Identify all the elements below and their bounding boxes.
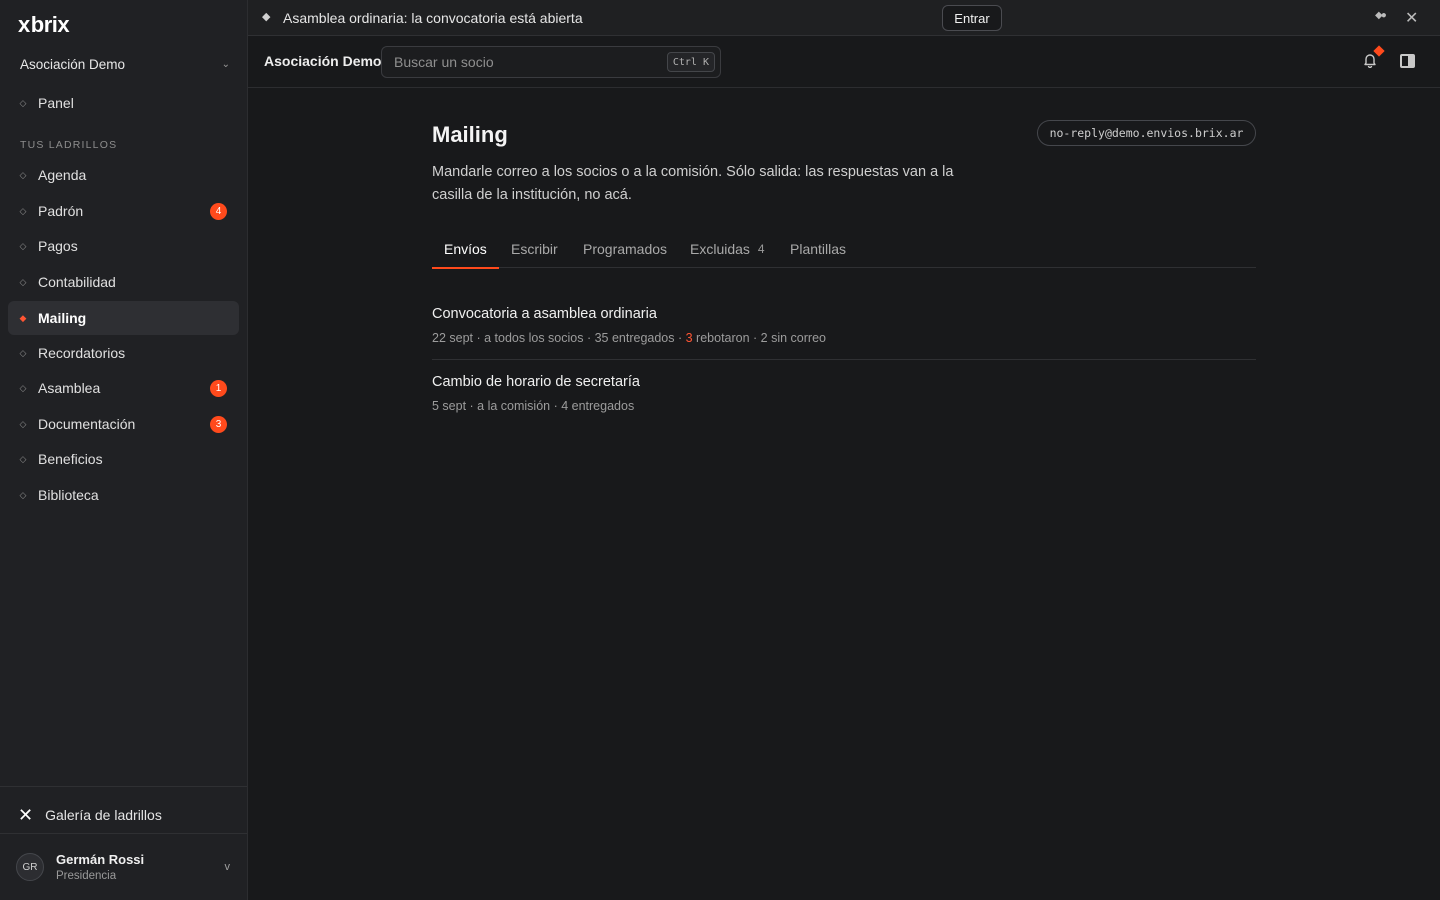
sidebar-item-label: Agenda (38, 167, 87, 183)
sidebar-item-label: Contabilidad (38, 274, 116, 290)
diamond-icon: ◇ (19, 418, 27, 429)
sidebar-item-label: Padrón (38, 203, 84, 219)
mailing-meta-text: 5 sept · a la comisión · 4 entregados (432, 399, 635, 413)
sender-address-badge: no-reply@demo.envios.brix.ar (1037, 120, 1256, 146)
announcement-text: Asamblea ordinaria: la convocatoria está… (283, 10, 583, 26)
page-description: Mandarle correo a los socios o a la comi… (432, 164, 954, 203)
diamond-filled-icon: ◆ (262, 11, 271, 23)
sidebar-item-label: Panel (38, 95, 74, 111)
tab-label: Plantillas (790, 241, 847, 257)
sidebar: xbrix Asociación Demo ⌄ ◇ Panel TUS LADR… (0, 0, 248, 900)
tab-envios[interactable]: Envíos (432, 232, 499, 269)
diamond-icon: ◇ (19, 205, 27, 216)
diamond-icon: ◇ (19, 276, 27, 287)
user-name: Germán Rossi (56, 852, 145, 867)
mailing-meta-text: 22 sept · a todos los socios · 35 entreg… (432, 331, 686, 345)
sidebar-item-pagos[interactable]: ◇ Pagos (8, 229, 239, 263)
sidebar-item-documentacion[interactable]: ◇ Documentación 3 (8, 407, 239, 441)
notification-badge: 3 (210, 416, 227, 433)
sidebar-divider (0, 786, 247, 787)
diamond-icon: ◇ (19, 97, 27, 108)
brick-gallery-link[interactable]: ✕ Galería de ladrillos (18, 804, 162, 826)
bell-icon (1364, 54, 1376, 69)
sidebar-item-recordatorios[interactable]: ◇ Recordatorios (8, 336, 239, 370)
mailing-title: Convocatoria a asamblea ordinaria (432, 306, 657, 322)
logo-mark: x (18, 12, 30, 37)
org-switcher-label: Asociación Demo (20, 56, 126, 72)
chevron-down-icon: v (224, 861, 231, 873)
sidebar-item-label: Recordatorios (38, 345, 126, 361)
notifications-button[interactable] (1362, 45, 1385, 71)
sidebar-item-agenda[interactable]: ◇ Agenda (8, 158, 239, 192)
announcement-bar: ◆ Asamblea ordinaria: la convocatoria es… (248, 0, 1440, 36)
diamond-icon: ◇ (19, 382, 27, 393)
sidebar-item-mailing[interactable]: ◆ Mailing (8, 301, 239, 335)
top-header: Asociación Demo Ctrl K (248, 36, 1440, 88)
mailing-title: Cambio de horario de secretaría (432, 374, 640, 390)
keyboard-shortcut: Ctrl K (666, 52, 715, 72)
sidebar-item-label: Beneficios (38, 451, 103, 467)
sidebar-item-panel[interactable]: ◇ Panel (8, 86, 239, 120)
side-panel-toggle-icon[interactable] (1400, 54, 1415, 68)
sidebar-item-label: Biblioteca (38, 487, 99, 503)
sidebar-divider (0, 833, 247, 834)
logo-text: brix (30, 12, 70, 37)
enter-button[interactable]: Entrar (942, 5, 1002, 31)
diamond-icon: ◇ (19, 347, 27, 358)
mailing-meta: 5 sept · a la comisión · 4 entregados (432, 399, 1256, 413)
sidebar-item-biblioteca[interactable]: ◇ Biblioteca (8, 478, 239, 512)
list-item[interactable]: Convocatoria a asamblea ordinaria 22 sep… (432, 306, 1256, 345)
list-item[interactable]: Cambio de horario de secretaría 5 sept ·… (432, 374, 1256, 413)
sidebar-item-padron[interactable]: ◇ Padrón 4 (8, 194, 239, 228)
mailing-meta: 22 sept · a todos los socios · 35 entreg… (432, 331, 1256, 345)
diamond-icon: ◇ (19, 489, 27, 500)
brix-logo[interactable]: xbrix (18, 12, 70, 38)
notification-badge: 4 (210, 203, 227, 220)
page-title: Mailing (432, 122, 508, 147)
user-menu[interactable]: GR Germán Rossi Presidencia v (16, 850, 236, 884)
chevron-down-icon: ⌄ (221, 58, 230, 70)
diamond-icon: ◇ (19, 240, 27, 251)
sidebar-item-beneficios[interactable]: ◇ Beneficios (8, 442, 239, 476)
avatar: GR (16, 853, 44, 881)
gallery-label: Galería de ladrillos (45, 807, 162, 823)
mailing-meta-text: rebotaron · 2 sin correo (692, 331, 826, 345)
tab-excluidas[interactable]: Excluidas 4 (690, 232, 765, 268)
tab-programados[interactable]: Programados (583, 232, 667, 268)
close-icon[interactable]: ✕ (1405, 8, 1418, 28)
row-divider (432, 359, 1256, 360)
user-role: Presidencia (56, 870, 117, 882)
notification-badge: 1 (210, 380, 227, 397)
tab-label: Envíos (444, 241, 487, 257)
tab-plantillas[interactable]: Plantillas (790, 232, 846, 268)
tab-label: Excluidas (690, 241, 750, 257)
tab-label: Programados (583, 241, 668, 257)
tab-label: Escribir (511, 241, 558, 257)
tab-escribir[interactable]: Escribir (511, 232, 558, 268)
tab-count: 4 (757, 242, 765, 256)
gallery-x-icon: ✕ (18, 804, 34, 825)
user-info: Germán Rossi Presidencia (56, 852, 144, 882)
header-org-name: Asociación Demo (264, 53, 382, 69)
bounced-count: 3 (685, 331, 693, 345)
search-box[interactable]: Ctrl K (381, 46, 721, 78)
diamond-icon: ◇ (19, 453, 27, 464)
section-label: TUS LADRILLOS (20, 139, 118, 151)
sidebar-item-label: Pagos (38, 238, 78, 254)
tab-bar: Envíos Escribir Programados Excluidas 4 … (432, 232, 1256, 269)
sidebar-item-label: Asamblea (38, 380, 101, 396)
search-input[interactable] (382, 47, 662, 77)
sidebar-item-label: Mailing (38, 310, 87, 326)
org-switcher[interactable]: Asociación Demo ⌄ (20, 54, 230, 74)
diamond-icon: ◇ (19, 169, 27, 180)
sidebar-item-asamblea[interactable]: ◇ Asamblea 1 (8, 371, 239, 405)
sidebar-item-contabilidad[interactable]: ◇ Contabilidad (8, 265, 239, 299)
pager-dots-icon[interactable]: ◆● (1375, 10, 1387, 21)
diamond-filled-icon: ◆ (19, 312, 27, 323)
sidebar-item-label: Documentación (38, 416, 136, 432)
